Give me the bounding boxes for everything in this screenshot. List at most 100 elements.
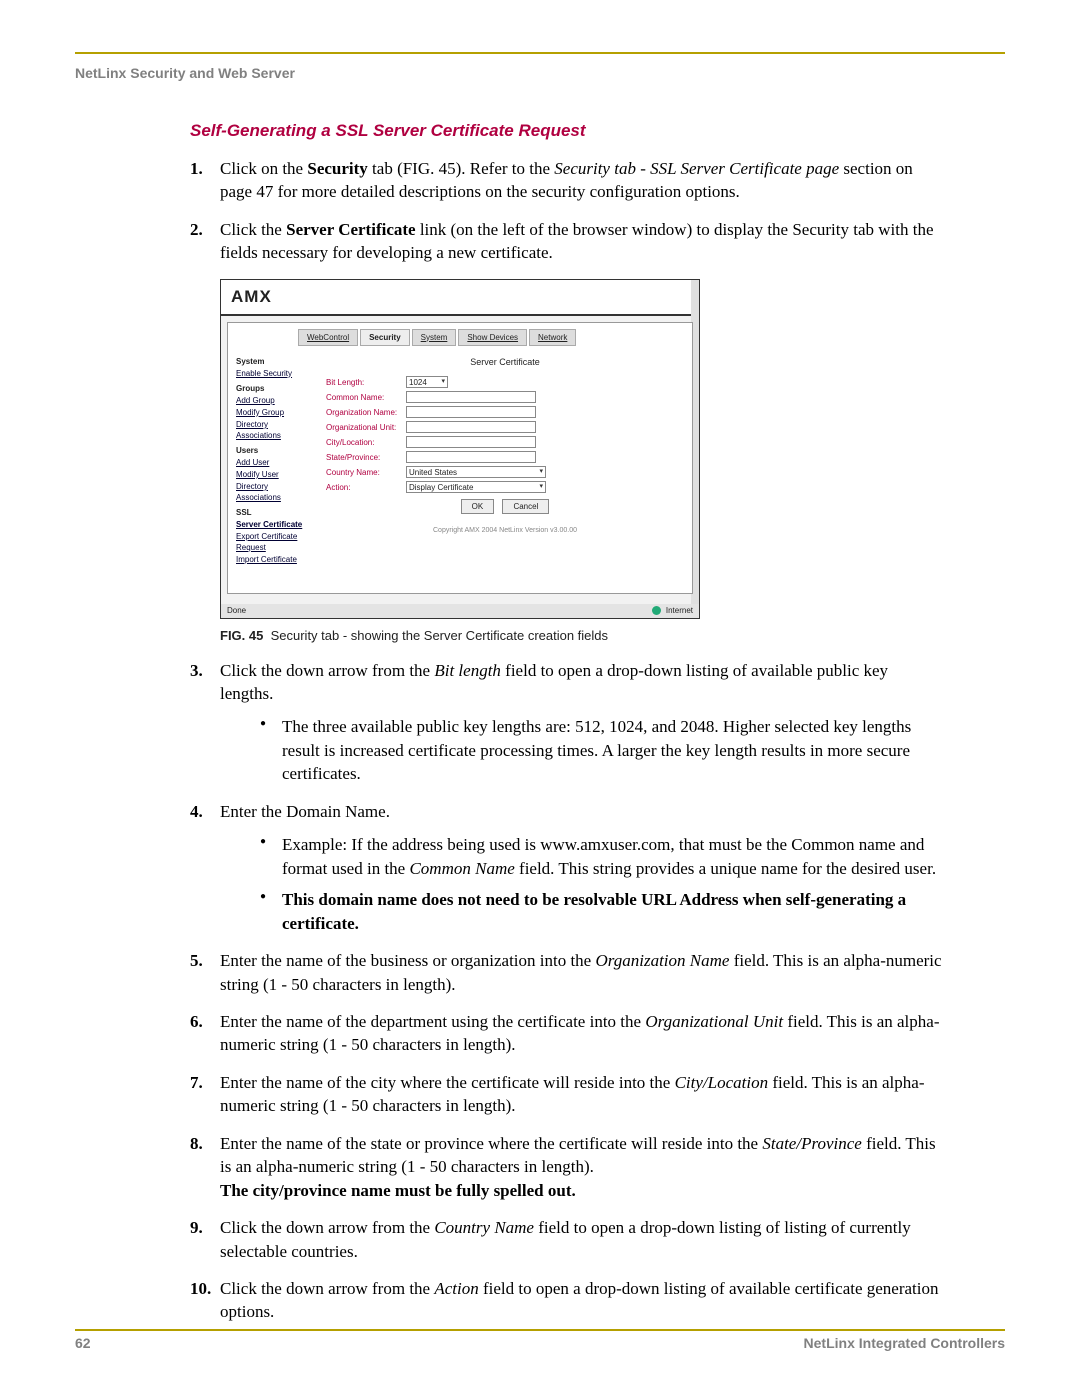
sidebar-link[interactable]: Enable Security: [236, 368, 312, 379]
figure-header: AMX: [221, 280, 699, 316]
field-label: Common Name:: [326, 392, 406, 403]
bullet-list: The three available public key lengths a…: [220, 715, 945, 785]
field-label: Organizational Unit:: [326, 422, 406, 433]
sidebar-heading: Groups: [236, 383, 312, 394]
step: 7. Enter the name of the city where the c…: [190, 1071, 945, 1118]
step: 9. Click the down arrow from the Country …: [190, 1216, 945, 1263]
field-label: Country Name:: [326, 467, 406, 478]
figure-screenshot: AMX WebControlSecuritySystemShow Devices…: [220, 279, 700, 619]
ok-button[interactable]: OK: [461, 499, 495, 514]
select-input[interactable]: 1024▾: [406, 376, 448, 388]
steps: 1. Click on the Security tab (FIG. 45). R…: [190, 157, 945, 265]
figure-sidebar: SystemEnable SecurityGroupsAdd GroupModi…: [236, 352, 312, 567]
step-text: Enter the name of the state or province …: [220, 1134, 936, 1200]
step: 4. Enter the Domain Name. Example: If the …: [190, 800, 945, 935]
step-text: Click the down arrow from the Bit length…: [220, 661, 888, 703]
step-number: 2.: [190, 218, 214, 241]
step-number: 3.: [190, 659, 214, 682]
chevron-down-icon: ▾: [539, 482, 543, 492]
step-number: 5.: [190, 949, 214, 972]
cancel-button[interactable]: Cancel: [502, 499, 549, 514]
select-input[interactable]: United States▾: [406, 466, 546, 478]
tab-system[interactable]: System: [412, 329, 457, 346]
step-text: Click on the Security tab (FIG. 45). Ref…: [220, 159, 913, 201]
step-text: Click the down arrow from the Action fie…: [220, 1279, 939, 1321]
header-rule: [75, 52, 1005, 54]
sidebar-heading: System: [236, 356, 312, 367]
select-input[interactable]: Display Certificate▾: [406, 481, 546, 493]
step-text: Enter the name of the department using t…: [220, 1012, 940, 1054]
sidebar-link[interactable]: Directory Associations: [236, 419, 312, 441]
field-row: Country Name:United States▾: [326, 466, 684, 478]
statusbar-left: Done: [227, 605, 246, 616]
step-text: Click the Server Certificate link (on th…: [220, 220, 934, 262]
step: 10. Click the down arrow from the Action …: [190, 1277, 945, 1324]
bullet: Example: If the address being used is ww…: [260, 833, 945, 880]
tab-security[interactable]: Security: [360, 329, 410, 346]
step-number: 4.: [190, 800, 214, 823]
header-left: NetLinx Security and Web Server: [75, 64, 1005, 83]
amx-logo: AMX: [231, 285, 272, 308]
bullet: This domain name does not need to be res…: [260, 888, 945, 935]
tab-show-devices[interactable]: Show Devices: [458, 329, 527, 346]
step-number: 1.: [190, 157, 214, 180]
text-input[interactable]: [406, 451, 536, 463]
sidebar-link[interactable]: Modify User: [236, 469, 312, 480]
sidebar-link[interactable]: Export Certificate Request: [236, 531, 312, 553]
field-label: Organization Name:: [326, 407, 406, 418]
step: 6. Enter the name of the department using…: [190, 1010, 945, 1057]
step: 5. Enter the name of the business or orga…: [190, 949, 945, 996]
step: 1. Click on the Security tab (FIG. 45). R…: [190, 157, 945, 204]
figure-tabs: WebControlSecuritySystemShow DevicesNetw…: [298, 329, 692, 346]
field-row: Organization Name:: [326, 406, 684, 418]
step: 3. Click the down arrow from the Bit leng…: [190, 659, 945, 786]
step-text: Enter the name of the business or organi…: [220, 951, 942, 993]
step-number: 9.: [190, 1216, 214, 1239]
figure-copyright: Copyright AMX 2004 NetLinx Version v3.00…: [326, 526, 684, 536]
step-number: 10.: [190, 1277, 214, 1300]
tab-network[interactable]: Network: [529, 329, 576, 346]
sidebar-heading: Users: [236, 445, 312, 456]
tab-webcontrol[interactable]: WebControl: [298, 329, 358, 346]
statusbar-right: Internet: [652, 605, 693, 616]
internet-icon: [652, 606, 661, 615]
statusbar: Done Internet: [221, 604, 699, 618]
field-label: Bit Length:: [326, 377, 406, 388]
sidebar-link[interactable]: Server Certificate: [236, 519, 312, 530]
sidebar-link[interactable]: Add Group: [236, 395, 312, 406]
text-input[interactable]: [406, 391, 536, 403]
figure-buttons: OK Cancel: [326, 499, 684, 514]
sidebar-heading: SSL: [236, 507, 312, 518]
sidebar-link[interactable]: Add User: [236, 457, 312, 468]
step-text: Click the down arrow from the Country Na…: [220, 1218, 911, 1260]
step-number: 7.: [190, 1071, 214, 1094]
sidebar-link[interactable]: Modify Group: [236, 407, 312, 418]
bullet: The three available public key lengths a…: [260, 715, 945, 785]
chevron-down-icon: ▾: [539, 467, 543, 477]
text-input[interactable]: [406, 436, 536, 448]
sidebar-link[interactable]: Import Certificate: [236, 554, 312, 565]
figure-main: Server Certificate Bit Length:1024▾Commo…: [326, 352, 684, 567]
field-row: Action:Display Certificate▾: [326, 481, 684, 493]
field-label: City/Location:: [326, 437, 406, 448]
step-text: Enter the Domain Name.: [220, 802, 390, 821]
footer-rule: [75, 1329, 1005, 1331]
content: Self-Generating a SSL Server Certificate…: [75, 83, 1005, 1324]
text-input[interactable]: [406, 406, 536, 418]
field-row: Bit Length:1024▾: [326, 376, 684, 388]
step-text: Enter the name of the city where the cer…: [220, 1073, 925, 1115]
text-input[interactable]: [406, 421, 536, 433]
step: 8. Enter the name of the state or provinc…: [190, 1132, 945, 1202]
step-number: 6.: [190, 1010, 214, 1033]
sidebar-link[interactable]: Directory Associations: [236, 481, 312, 503]
footer-right: NetLinx Integrated Controllers: [804, 1334, 1005, 1353]
figure: AMX WebControlSecuritySystemShow Devices…: [220, 279, 700, 619]
field-label: Action:: [326, 482, 406, 493]
section-title: Self-Generating a SSL Server Certificate…: [190, 119, 945, 142]
field-row: City/Location:: [326, 436, 684, 448]
step-number: 8.: [190, 1132, 214, 1155]
field-row: Common Name:: [326, 391, 684, 403]
footer: 62 NetLinx Integrated Controllers: [75, 1334, 1005, 1353]
page: NetLinx Security and Web Server Self-Gen…: [0, 0, 1080, 1397]
steps-continued: 3. Click the down arrow from the Bit leng…: [190, 659, 945, 1324]
